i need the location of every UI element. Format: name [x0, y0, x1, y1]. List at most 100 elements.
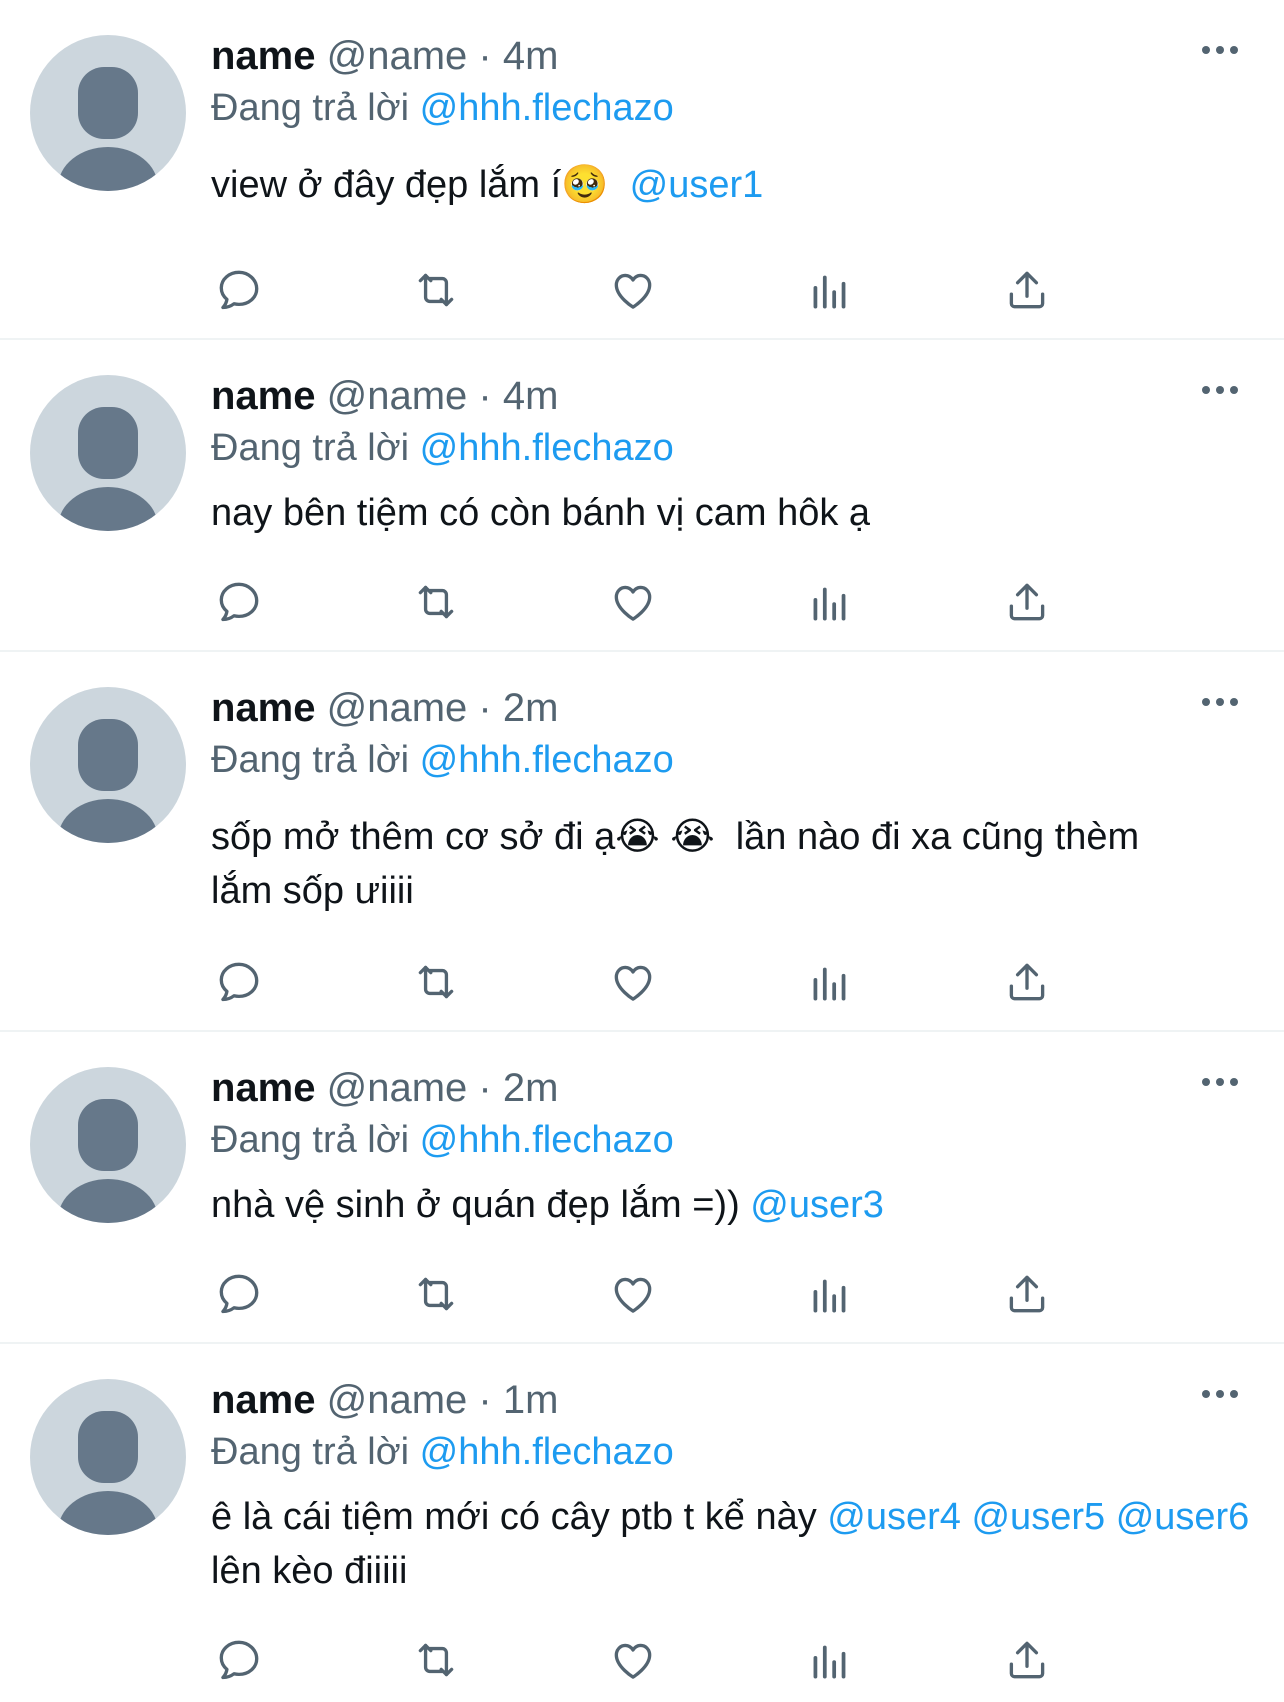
like-icon[interactable]	[605, 1266, 661, 1322]
tweet-header: name @name · 4m	[211, 370, 1254, 422]
more-icon[interactable]	[1200, 1384, 1240, 1404]
like-icon[interactable]	[605, 262, 661, 318]
retweet-icon[interactable]	[408, 574, 464, 630]
user-handle[interactable]: @name	[327, 686, 468, 730]
avatar[interactable]	[30, 375, 186, 531]
views-icon[interactable]	[802, 262, 858, 318]
reply-to-mention[interactable]: @hhh.flechazo	[420, 739, 674, 781]
reply-to-mention[interactable]: @hhh.flechazo	[420, 87, 674, 129]
replying-to: Đang trả lời @hhh.flechazo	[211, 422, 1254, 474]
tweet[interactable]: name @name · 4m Đang trả lời @hhh.flecha…	[0, 340, 1284, 652]
separator-dot: ·	[478, 34, 492, 78]
more-icon[interactable]	[1200, 692, 1240, 712]
display-name[interactable]: name	[211, 34, 316, 78]
reply-to-mention[interactable]: @hhh.flechazo	[420, 1119, 674, 1161]
like-icon[interactable]	[605, 954, 661, 1010]
tweet-content: name @name · 4m Đang trả lời @hhh.flecha…	[211, 30, 1254, 212]
timestamp[interactable]: 4m	[503, 374, 559, 418]
tweet-text-part: nay bên tiệm có còn bánh vị cam hôk ạ	[211, 492, 871, 534]
timestamp[interactable]: 1m	[503, 1378, 559, 1422]
reply-prefix: Đang trả lời	[211, 1119, 410, 1161]
avatar[interactable]	[30, 1067, 186, 1223]
tweet-text: view ở đây đẹp lắm í🥹 @user1	[211, 158, 1254, 212]
action-bar	[211, 1632, 1111, 1692]
views-icon[interactable]	[802, 1632, 858, 1688]
more-icon[interactable]	[1200, 380, 1240, 400]
tweet[interactable]: name @name · 2m Đang trả lời @hhh.flecha…	[0, 652, 1284, 1032]
share-icon[interactable]	[999, 1266, 1055, 1322]
tweet-text: ê là cái tiệm mới có cây ptb t kể này @u…	[211, 1490, 1251, 1598]
reply-prefix: Đang trả lời	[211, 1431, 410, 1473]
share-icon[interactable]	[999, 1632, 1055, 1688]
separator-dot: ·	[478, 1378, 492, 1422]
user-handle[interactable]: @name	[327, 34, 468, 78]
retweet-icon[interactable]	[408, 1266, 464, 1322]
share-icon[interactable]	[999, 262, 1055, 318]
tweet-content: name @name · 4m Đang trả lời @hhh.flecha…	[211, 370, 1254, 540]
more-icon[interactable]	[1200, 40, 1240, 60]
tweet-header: name @name · 1m	[211, 1374, 1254, 1426]
display-name[interactable]: name	[211, 686, 316, 730]
share-icon[interactable]	[999, 574, 1055, 630]
tweet-text: sốp mở thêm cơ sở đi ạ😭 😭 lần nào đi xa …	[211, 810, 1171, 918]
timestamp[interactable]: 4m	[503, 34, 559, 78]
mention-link[interactable]: @user3	[750, 1184, 884, 1226]
tweet[interactable]: name @name · 2m Đang trả lời @hhh.flecha…	[0, 1032, 1284, 1344]
action-bar	[211, 262, 1111, 322]
user-handle[interactable]: @name	[327, 1378, 468, 1422]
tweet-text-part: lên kèo điiiii	[211, 1550, 408, 1592]
replying-to: Đang trả lời @hhh.flechazo	[211, 1426, 1254, 1478]
reply-prefix: Đang trả lời	[211, 739, 410, 781]
reply-to-mention[interactable]: @hhh.flechazo	[420, 1431, 674, 1473]
reply-icon[interactable]	[211, 954, 267, 1010]
tweet-header: name @name · 4m	[211, 30, 1254, 82]
mention-link[interactable]: @user6	[1116, 1496, 1250, 1538]
avatar[interactable]	[30, 687, 186, 843]
timestamp[interactable]: 2m	[503, 686, 559, 730]
reply-to-mention[interactable]: @hhh.flechazo	[420, 427, 674, 469]
views-icon[interactable]	[802, 574, 858, 630]
tweet-header: name @name · 2m	[211, 1062, 1254, 1114]
tweet[interactable]: name @name · 1m Đang trả lời @hhh.flecha…	[0, 1344, 1284, 1702]
replying-to: Đang trả lời @hhh.flechazo	[211, 734, 1254, 786]
reply-prefix: Đang trả lời	[211, 427, 410, 469]
separator-dot: ·	[478, 374, 492, 418]
retweet-icon[interactable]	[408, 954, 464, 1010]
views-icon[interactable]	[802, 954, 858, 1010]
tweet-text-part: ê là cái tiệm mới có cây ptb t kể này	[211, 1496, 817, 1538]
mention-link[interactable]: @user1	[630, 164, 764, 206]
emoji: 🥹	[561, 164, 609, 206]
action-bar	[211, 574, 1111, 634]
user-handle[interactable]: @name	[327, 1066, 468, 1110]
avatar[interactable]	[30, 1379, 186, 1535]
more-icon[interactable]	[1200, 1072, 1240, 1092]
views-icon[interactable]	[802, 1266, 858, 1322]
reply-icon[interactable]	[211, 1266, 267, 1322]
emoji: 😭	[615, 816, 660, 858]
tweet-content: name @name · 2m Đang trả lời @hhh.flecha…	[211, 682, 1254, 918]
mention-link[interactable]: @user4	[827, 1496, 961, 1538]
tweet-text: nhà vệ sinh ở quán đẹp lắm =)) @user3	[211, 1178, 1254, 1232]
reply-icon[interactable]	[211, 262, 267, 318]
retweet-icon[interactable]	[408, 1632, 464, 1688]
reply-icon[interactable]	[211, 574, 267, 630]
user-handle[interactable]: @name	[327, 374, 468, 418]
action-bar	[211, 954, 1111, 1014]
avatar[interactable]	[30, 35, 186, 191]
replying-to: Đang trả lời @hhh.flechazo	[211, 1114, 1254, 1166]
reply-icon[interactable]	[211, 1632, 267, 1688]
mention-link[interactable]: @user5	[971, 1496, 1105, 1538]
separator-dot: ·	[478, 686, 492, 730]
display-name[interactable]: name	[211, 1066, 316, 1110]
tweet-content: name @name · 1m Đang trả lời @hhh.flecha…	[211, 1374, 1254, 1598]
share-icon[interactable]	[999, 954, 1055, 1010]
tweet[interactable]: name @name · 4m Đang trả lời @hhh.flecha…	[0, 0, 1284, 340]
reply-feed: name @name · 4m Đang trả lời @hhh.flecha…	[0, 0, 1284, 1702]
like-icon[interactable]	[605, 574, 661, 630]
display-name[interactable]: name	[211, 374, 316, 418]
like-icon[interactable]	[605, 1632, 661, 1688]
retweet-icon[interactable]	[408, 262, 464, 318]
timestamp[interactable]: 2m	[503, 1066, 559, 1110]
display-name[interactable]: name	[211, 1378, 316, 1422]
tweet-content: name @name · 2m Đang trả lời @hhh.flecha…	[211, 1062, 1254, 1232]
